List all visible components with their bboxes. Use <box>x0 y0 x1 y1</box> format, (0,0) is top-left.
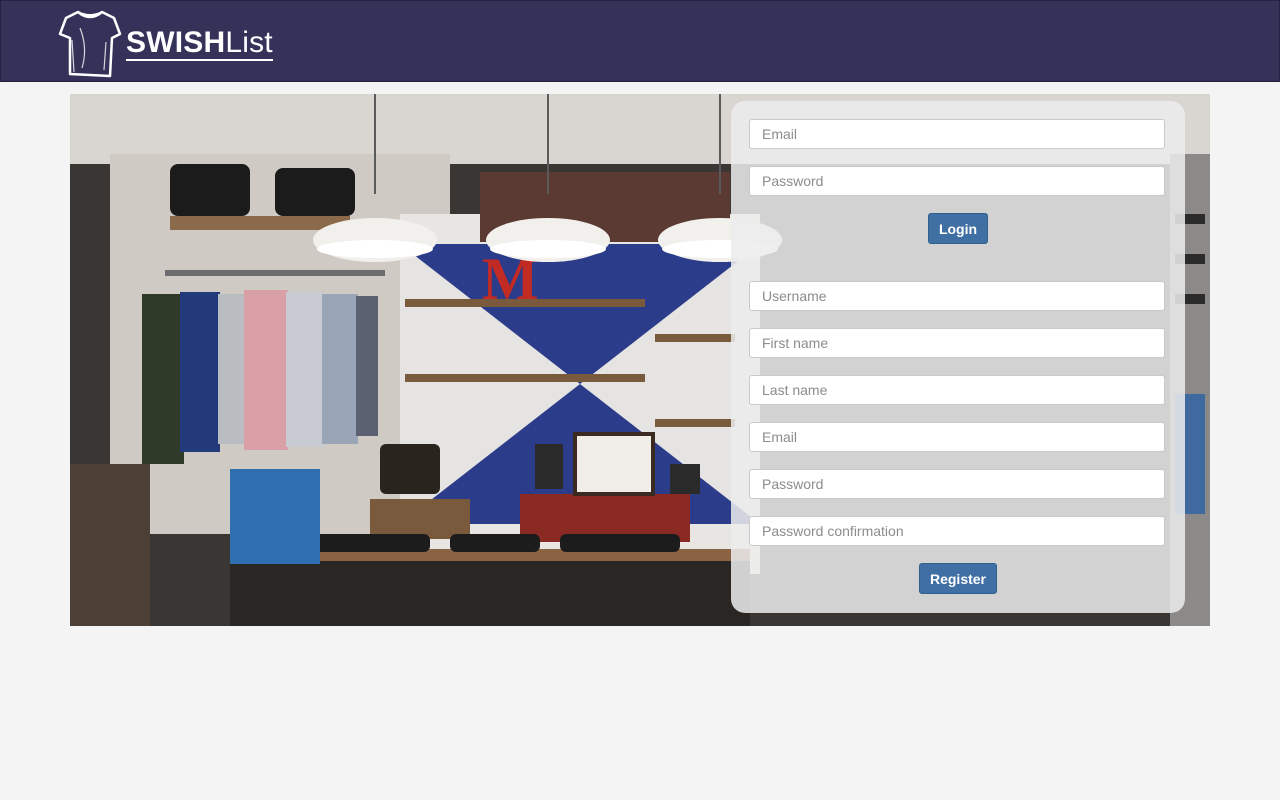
auth-panel: Login Register <box>731 101 1185 613</box>
brand-logo[interactable]: SWISHList <box>58 8 273 78</box>
tshirt-icon <box>58 10 122 78</box>
register-username-input[interactable] <box>749 281 1165 311</box>
register-button[interactable]: Register <box>919 563 997 594</box>
register-password-confirmation-input[interactable] <box>749 516 1165 546</box>
register-first-name-input[interactable] <box>749 328 1165 358</box>
login-password-input[interactable] <box>749 166 1165 196</box>
register-last-name-input[interactable] <box>749 375 1165 405</box>
register-email-input[interactable] <box>749 422 1165 452</box>
top-navbar: SWISHList <box>0 0 1280 82</box>
brand-name: SWISHList <box>126 25 273 61</box>
login-email-input[interactable] <box>749 119 1165 149</box>
register-password-input[interactable] <box>749 469 1165 499</box>
login-button[interactable]: Login <box>928 213 988 244</box>
